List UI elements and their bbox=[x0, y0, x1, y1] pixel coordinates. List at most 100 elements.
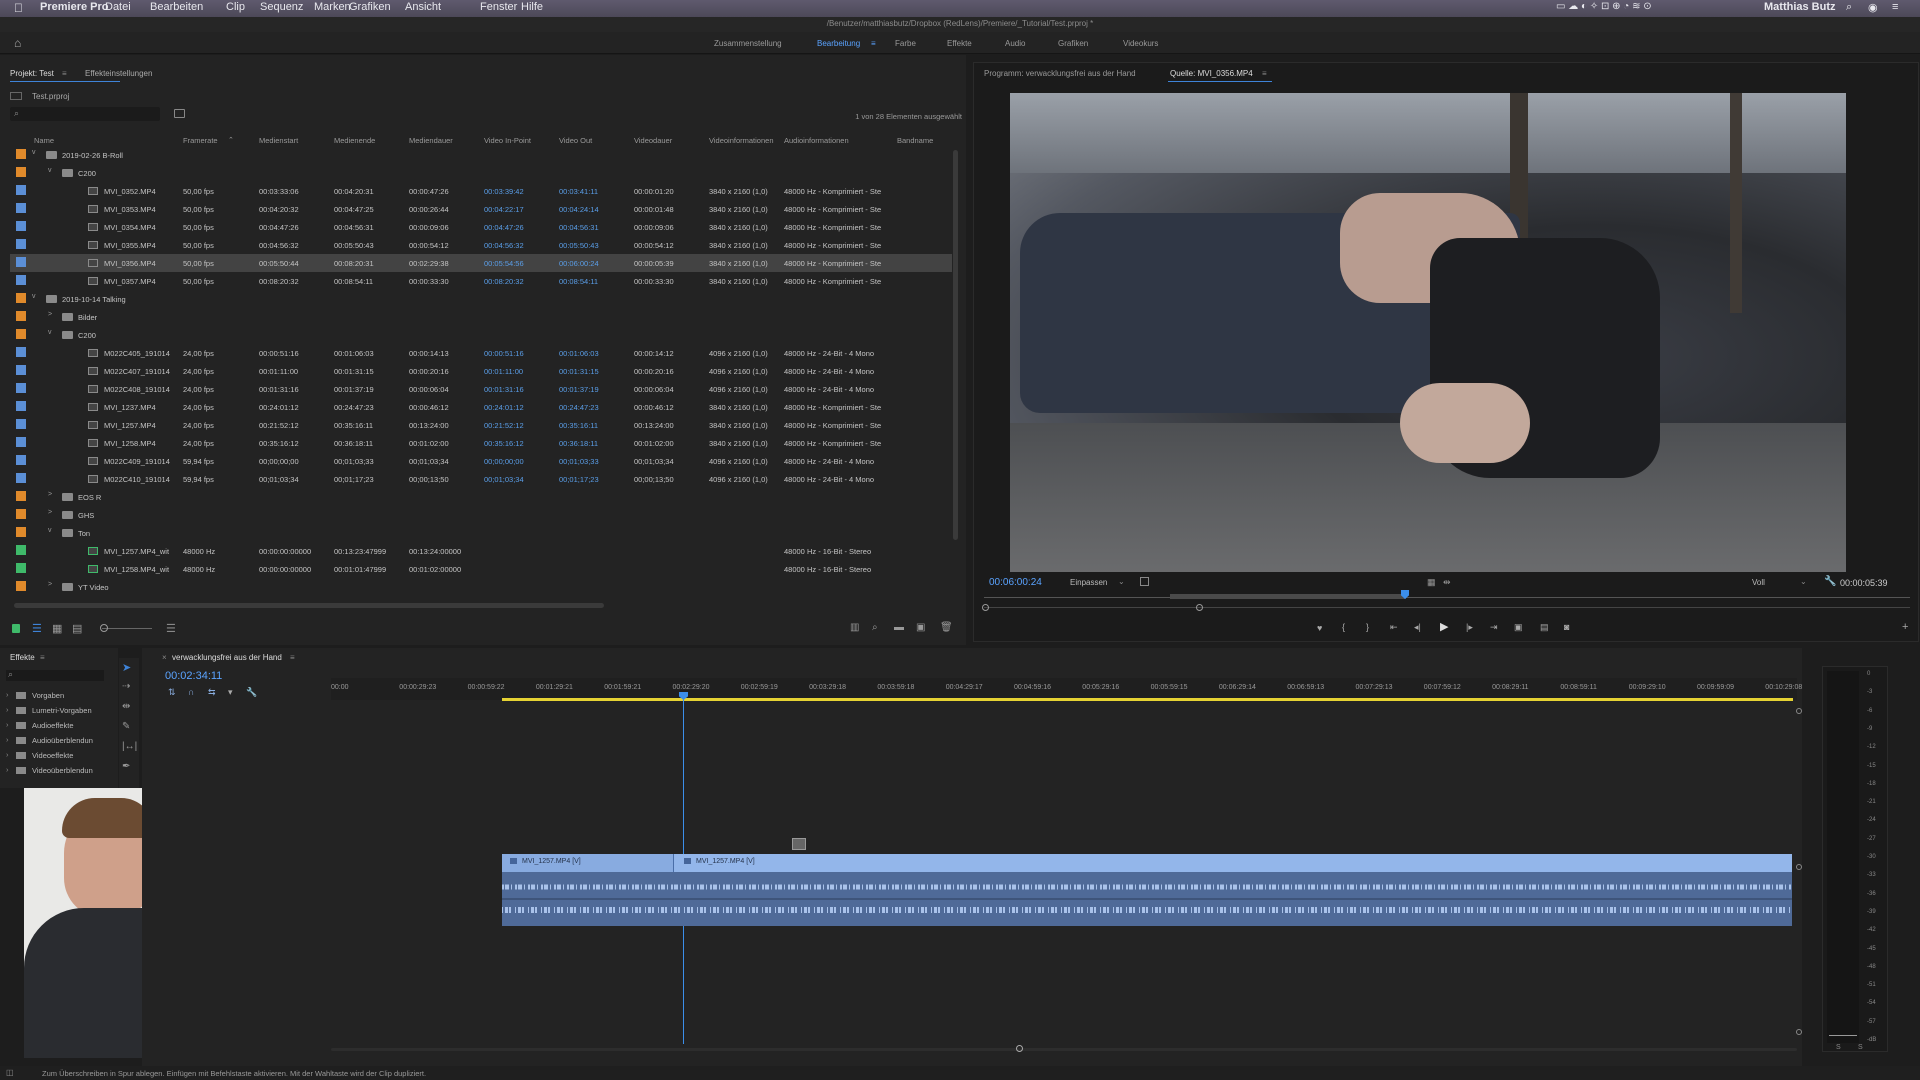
column-header-5[interactable]: Video In-Point bbox=[484, 136, 531, 145]
table-row[interactable]: MVI_0353.MP4 50,00 fps 00:04:20:32 00:04:47… bbox=[10, 200, 952, 218]
label-color-swatch[interactable] bbox=[16, 419, 26, 429]
label-color-swatch[interactable] bbox=[16, 473, 26, 483]
column-header-6[interactable]: Video Out bbox=[559, 136, 592, 145]
folder-row[interactable]: > Bilder bbox=[10, 308, 952, 326]
insert-icon[interactable]: ▣ bbox=[1514, 622, 1523, 633]
step-back-icon[interactable]: ◂| bbox=[1414, 622, 1421, 633]
panel-menu-icon[interactable]: ≡ bbox=[1262, 69, 1267, 78]
label-color-swatch[interactable] bbox=[16, 203, 26, 213]
track-height-handle[interactable] bbox=[1796, 1029, 1802, 1035]
video-frame[interactable] bbox=[1010, 93, 1846, 572]
sort-ascending-icon[interactable]: ⌃ bbox=[228, 136, 234, 144]
label-color-swatch[interactable] bbox=[16, 167, 26, 177]
table-row[interactable]: MVI_1257.MP4 24,00 fps 00:21:52:12 00:35:16… bbox=[10, 416, 952, 434]
monitor-zoom-bar[interactable] bbox=[984, 607, 1910, 608]
mark-in-icon[interactable]: { bbox=[1342, 622, 1345, 632]
label-color-swatch[interactable] bbox=[16, 329, 26, 339]
label-color-swatch[interactable] bbox=[16, 437, 26, 447]
pen-tool-icon[interactable]: ✒ bbox=[122, 761, 130, 772]
nest-toggle-icon[interactable]: ⇅ bbox=[168, 687, 176, 698]
playhead-timecode[interactable]: 00:06:00:24 bbox=[989, 577, 1042, 588]
table-row[interactable]: M022C410_191014 59,94 fps 00;01;03;34 00;01… bbox=[10, 470, 952, 488]
effects-item[interactable]: › Audioeffekte bbox=[6, 720, 116, 732]
label-color-swatch[interactable] bbox=[16, 275, 26, 285]
slip-tool-icon[interactable]: |↔| bbox=[122, 741, 137, 752]
add-marker-icon[interactable]: ♥ bbox=[1317, 623, 1322, 633]
menu-clip[interactable]: Clip bbox=[226, 1, 245, 13]
label-color-swatch[interactable] bbox=[16, 563, 26, 573]
table-row[interactable]: MVI_1257.MP4_wit 48000 Hz 00:00:00:00000 00… bbox=[10, 542, 952, 560]
label-color-swatch[interactable] bbox=[16, 293, 26, 303]
tab-project[interactable]: Projekt: Test bbox=[10, 69, 54, 78]
table-row[interactable]: M022C407_191014 24,00 fps 00:01:11:00 00:01… bbox=[10, 362, 952, 380]
label-color-swatch[interactable] bbox=[16, 185, 26, 195]
monitor-time-ruler[interactable] bbox=[984, 597, 1910, 598]
table-row[interactable]: MVI_0357.MP4 50,00 fps 00:08:20:32 00:08:54… bbox=[10, 272, 952, 290]
table-row[interactable]: MVI_0354.MP4 50,00 fps 00:04:47:26 00:04:56… bbox=[10, 218, 952, 236]
folder-row[interactable]: v 2019-02-26 B-Roll bbox=[10, 146, 952, 164]
project-vertical-scrollbar[interactable] bbox=[953, 150, 958, 540]
column-header-0[interactable]: Name bbox=[34, 136, 54, 145]
disclosure-triangle-icon[interactable]: › bbox=[6, 750, 9, 759]
snap-icon[interactable]: ∩ bbox=[188, 687, 194, 697]
menu-grafiken[interactable]: Grafiken bbox=[349, 1, 391, 13]
tab-workspace-audio[interactable]: Audio bbox=[1005, 39, 1025, 48]
tab-workspace-zusammenstellung[interactable]: Zusammenstellung bbox=[714, 39, 782, 48]
label-color-swatch[interactable] bbox=[16, 455, 26, 465]
label-color-swatch[interactable] bbox=[16, 365, 26, 375]
button-editor-icon[interactable]: + bbox=[1902, 621, 1908, 633]
mark-out-icon[interactable]: } bbox=[1366, 622, 1369, 632]
search-input[interactable]: ⌕ bbox=[10, 107, 160, 121]
drag-video-only-icon[interactable]: ▦ bbox=[1427, 577, 1436, 588]
folder-row[interactable]: > YT Video bbox=[10, 578, 952, 596]
folder-row[interactable]: v C200 bbox=[10, 326, 952, 344]
panel-menu-icon[interactable]: ≡ bbox=[62, 69, 67, 78]
track-height-handle[interactable] bbox=[1796, 864, 1802, 870]
video-clip[interactable]: MVI_1257.MP4 [V] bbox=[674, 854, 1792, 872]
audio-clips[interactable] bbox=[502, 872, 1792, 926]
folder-row[interactable]: v C200 bbox=[10, 164, 952, 182]
label-color-swatch[interactable] bbox=[16, 383, 26, 393]
notification-center-icon[interactable]: ≡ bbox=[1892, 1, 1898, 13]
disclosure-triangle-icon[interactable]: > bbox=[48, 491, 52, 498]
tab-sequence[interactable]: verwacklungsfrei aus der Hand bbox=[172, 653, 282, 662]
settings-frame-icon[interactable] bbox=[1140, 577, 1149, 586]
column-header-8[interactable]: Videoinformationen bbox=[709, 136, 774, 145]
scroll-handle[interactable] bbox=[1016, 1045, 1023, 1052]
folder-row[interactable]: > GHS bbox=[10, 506, 952, 524]
label-color-swatch[interactable] bbox=[16, 239, 26, 249]
chevron-down-icon[interactable]: ⌄ bbox=[1800, 577, 1807, 586]
icon-view-icon[interactable]: ▦ bbox=[52, 622, 62, 635]
label-color-swatch[interactable] bbox=[16, 311, 26, 321]
spotlight-icon[interactable]: ⌕ bbox=[1846, 1, 1852, 14]
menu-bearbeiten[interactable]: Bearbeiten bbox=[150, 1, 203, 13]
zoom-handle-right[interactable] bbox=[1196, 604, 1203, 611]
table-row[interactable]: M022C408_191014 24,00 fps 00:01:31:16 00:01… bbox=[10, 380, 952, 398]
disclosure-triangle-icon[interactable]: › bbox=[6, 690, 9, 699]
home-icon[interactable]: ⌂ bbox=[14, 36, 21, 50]
label-color-swatch[interactable] bbox=[16, 527, 26, 537]
zoom-slider[interactable] bbox=[102, 628, 152, 629]
video-clip[interactable]: MVI_1257.MP4 [V] bbox=[502, 854, 674, 872]
column-header-1[interactable]: Framerate bbox=[183, 136, 218, 145]
column-header-10[interactable]: Bandname bbox=[897, 136, 933, 145]
freeform-view-icon[interactable]: ▤ bbox=[72, 622, 82, 635]
menu-ansicht[interactable]: Ansicht bbox=[405, 1, 441, 13]
disclosure-triangle-icon[interactable]: > bbox=[48, 581, 52, 588]
add-marker-icon[interactable]: ▾ bbox=[228, 687, 233, 698]
effects-item[interactable]: › Videoüberblendun bbox=[6, 765, 116, 777]
ripple-edit-tool-icon[interactable]: ⇹ bbox=[122, 701, 130, 712]
overwrite-icon[interactable]: ▤ bbox=[1540, 622, 1549, 633]
disclosure-triangle-icon[interactable]: > bbox=[48, 509, 52, 516]
table-row[interactable]: MVI_0356.MP4 50,00 fps 00:05:50:44 00:08:20… bbox=[10, 254, 952, 272]
table-row[interactable]: MVI_0355.MP4 50,00 fps 00:04:56:32 00:05:50… bbox=[10, 236, 952, 254]
zoom-handle-left[interactable] bbox=[982, 604, 989, 611]
menu-sequenz[interactable]: Sequenz bbox=[260, 1, 303, 13]
column-header-2[interactable]: Medienstart bbox=[259, 136, 298, 145]
disclosure-triangle-icon[interactable]: › bbox=[6, 735, 9, 744]
folder-row[interactable]: v Ton bbox=[10, 524, 952, 542]
new-bin-from-search-icon[interactable] bbox=[174, 109, 185, 118]
panel-menu-icon[interactable]: ≡ bbox=[290, 653, 295, 662]
disclosure-triangle-icon[interactable]: › bbox=[6, 720, 9, 729]
workspace-menu-icon[interactable]: ≡ bbox=[871, 39, 876, 48]
